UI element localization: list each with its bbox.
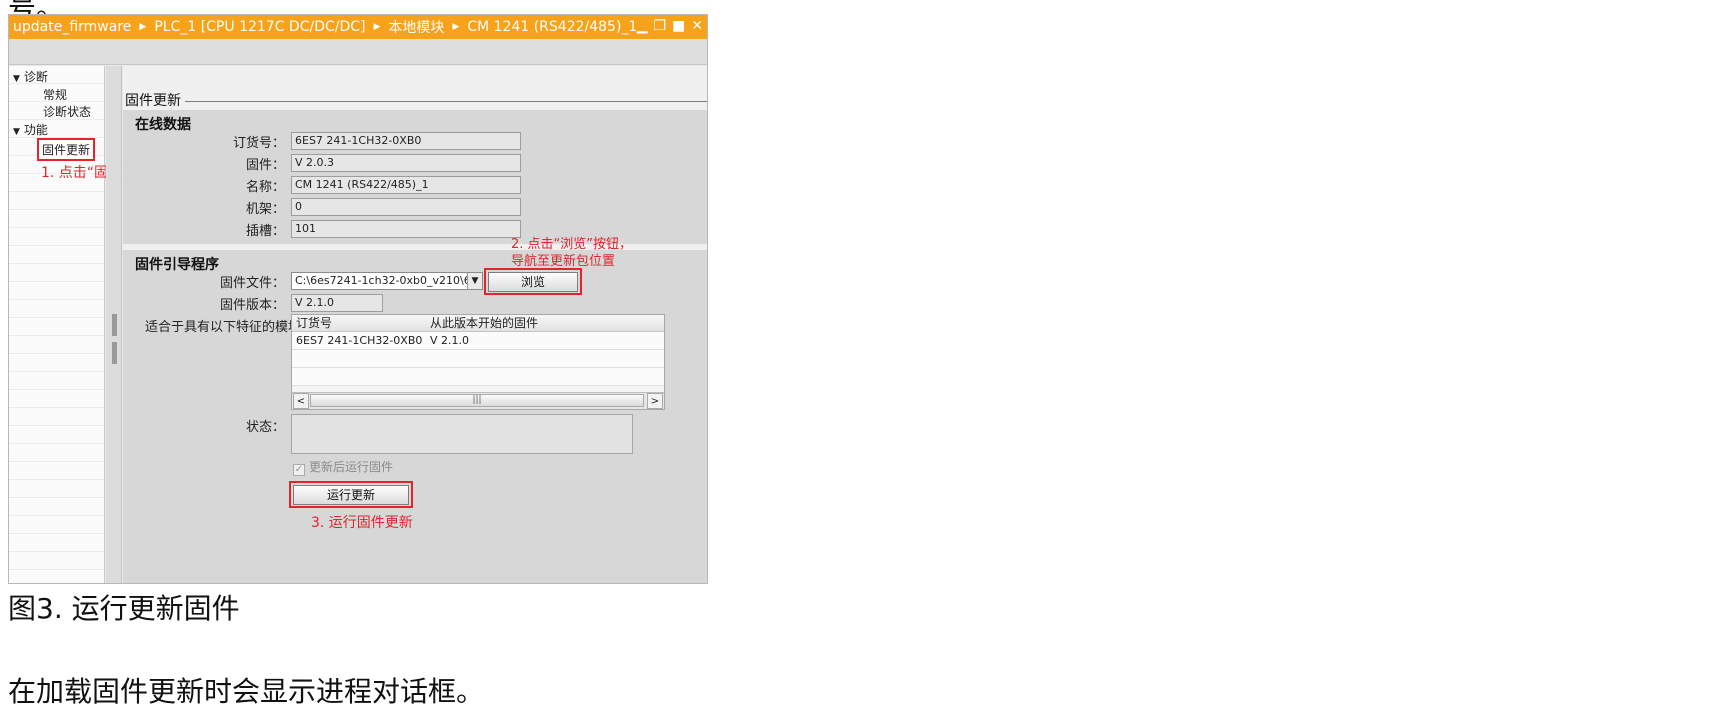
nav-item-functions[interactable]: ▼ 功能 [13,121,48,138]
breadcrumb-local-modules[interactable]: 本地模块 [388,17,444,37]
breadcrumb-separator-icon: ▶ [452,22,460,32]
toolbar-strip [9,39,707,65]
firmware-version-label: 固件版本： [219,298,285,313]
window-controls: ▁ ❐ ■ ✕ [637,18,703,34]
firmware-label: 固件： [245,158,285,173]
annotation-step2-line2: 导航至更新包位置 [511,254,616,269]
rack-label: 机架： [245,202,285,217]
nav-item-general[interactable]: 常规 [43,86,67,103]
section-divider [185,101,707,102]
firmware-field: V 2.0.3 [291,154,521,172]
maximize-icon[interactable]: ■ [672,18,685,34]
nav-label: 诊断 [23,70,48,84]
online-data-group: 在线数据 订货号： 6ES7 241-1CH32-0XB0 固件： V 2.0.… [123,110,707,244]
checkbox-checked-icon[interactable]: ✓ [293,464,305,476]
slot-label: 插槽： [245,224,285,239]
window-titlebar: update_firmware ▶ PLC_1 [CPU 1217C DC/DC… [9,15,707,39]
breadcrumb-separator-icon: ▶ [373,22,381,32]
collapse-right-icon[interactable] [112,342,117,364]
column-header-firmware-from[interactable]: 从此版本开始的固件 [430,315,538,332]
name-label: 名称： [245,180,285,195]
breadcrumb-project[interactable]: update_firmware [13,19,131,35]
properties-content: 固件更新 在线数据 订货号： 6ES7 241-1CH32-0XB0 固件： V… [123,66,707,583]
browse-button[interactable]: 浏览 [488,272,578,292]
breadcrumb-plc[interactable]: PLC_1 [CPU 1217C DC/DC/DC] [154,19,365,35]
suitable-modules-table: 订货号 从此版本开始的固件 6ES7 241-1CH32-0XB0 V 2.1.… [291,314,665,410]
nav-item-diagnostics[interactable]: ▼ 诊断 [13,68,48,85]
expand-triangle-icon[interactable]: ▼ [13,74,20,84]
slot-field: 101 [291,220,521,238]
table-row[interactable]: 6ES7 241-1CH32-0XB0 V 2.1.0 [292,332,664,350]
order-number-label: 订货号： [232,136,285,151]
firmware-update-window: update_firmware ▶ PLC_1 [CPU 1217C DC/DC… [8,14,708,584]
horizontal-scrollbar[interactable]: < ||| > [292,392,664,409]
firmware-loader-title: 固件引导程序 [135,257,219,273]
expand-triangle-icon[interactable]: ▼ [13,127,20,137]
firmware-file-value: C:\6es7241-1ch32-0xb0_v210\6ES7 [295,274,483,287]
online-data-title: 在线数据 [135,117,191,133]
order-number-field: 6ES7 241-1CH32-0XB0 [291,132,521,150]
scroll-thumb[interactable]: ||| [310,394,644,407]
scroll-left-icon[interactable]: < [293,393,309,409]
firmware-file-label: 固件文件： [219,276,285,291]
nav-item-firmware-update[interactable]: 固件更新 [37,138,96,161]
minimize-icon[interactable]: ▁ [637,18,648,34]
nav-item-diag-status[interactable]: 诊断状态 [43,103,91,120]
column-header-order-number[interactable]: 订货号 [296,315,332,332]
table-row-empty [292,350,664,368]
suitable-modules-label: 适合于具有以下特征的模块： [145,320,315,335]
pane-splitter[interactable] [106,66,122,583]
section-title: 固件更新 [125,93,181,109]
body-paragraph: 在加载固件更新时会显示进程对话框。 [8,675,485,708]
collapse-left-icon[interactable] [112,314,117,336]
run-after-update-checkbox[interactable]: ✓ 更新后运行固件 [293,458,393,476]
firmware-file-select[interactable]: C:\6es7241-1ch32-0xb0_v210\6ES7 ▼ [291,272,483,290]
run-update-button[interactable]: 运行更新 [293,485,409,505]
navigation-tree: ▼ 诊断 常规 诊断状态 ▼ 功能 固件更新 1. 点击“固件更新” [9,66,157,583]
cell-order-number: 6ES7 241-1CH32-0XB0 [296,334,423,347]
status-label: 状态： [245,420,285,435]
figure-caption: 图3. 运行更新固件 [8,592,240,625]
table-row-empty [292,368,664,386]
close-icon[interactable]: ✕ [691,18,703,34]
scroll-right-icon[interactable]: > [647,393,663,409]
dropdown-arrow-icon[interactable]: ▼ [467,273,482,289]
nav-label: 功能 [23,123,48,137]
status-box [291,414,633,454]
restore-icon[interactable]: ❐ [653,18,666,34]
checkbox-label: 更新后运行固件 [309,460,394,474]
firmware-version-field: V 2.1.0 [291,294,383,312]
breadcrumb-module[interactable]: CM 1241 (RS422/485)_1 [467,19,637,35]
breadcrumb-separator-icon: ▶ [139,22,147,32]
cell-firmware-version: V 2.1.0 [430,334,470,347]
annotation-step3: 3. 运行固件更新 [311,515,413,531]
name-field: CM 1241 (RS422/485)_1 [291,176,521,194]
rack-field: 0 [291,198,521,216]
